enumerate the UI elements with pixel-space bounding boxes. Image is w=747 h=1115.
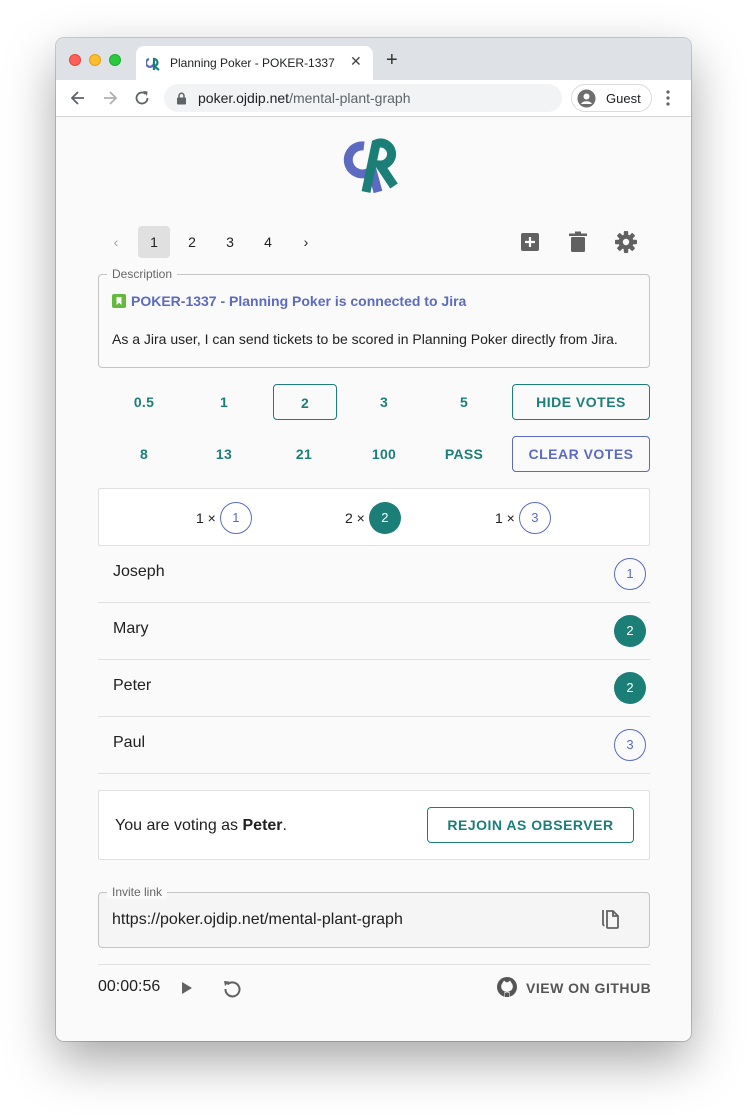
page-button-4[interactable]: 4 xyxy=(252,226,284,258)
new-tab-icon[interactable]: + xyxy=(386,50,398,70)
card-0.5[interactable]: 0.5 xyxy=(112,384,176,420)
voter-vote-chip: 1 xyxy=(614,558,646,590)
minimize-window-button[interactable] xyxy=(89,54,101,66)
jira-issue-link[interactable]: POKER-1337 - Planning Poker is connected… xyxy=(112,293,466,309)
card-pass[interactable]: PASS xyxy=(432,436,496,472)
voter-vote-chip: 2 xyxy=(614,672,646,704)
github-icon xyxy=(497,977,517,997)
github-label: VIEW ON GITHUB xyxy=(526,980,652,996)
summary-item: 1 × 3 xyxy=(495,502,551,534)
maximize-window-button[interactable] xyxy=(109,54,121,66)
summary-count: 1 × xyxy=(495,510,515,526)
tab-close-icon[interactable]: ✕ xyxy=(350,53,362,70)
voting-status-box: You are voting as Peter. REJOIN AS OBSER… xyxy=(98,790,650,860)
url-host: poker.ojdip.net xyxy=(198,90,290,106)
reset-timer-icon[interactable] xyxy=(220,976,244,1000)
voter-row: Paul 3 xyxy=(98,717,650,774)
card-8[interactable]: 8 xyxy=(112,436,176,472)
title-bar: Planning Poker - POKER-1337 ✕ + xyxy=(56,38,691,80)
previous-page-icon[interactable]: ‹ xyxy=(100,226,132,258)
voter-row: Peter 2 xyxy=(98,660,650,717)
play-icon[interactable] xyxy=(174,976,198,1000)
description-box: Description POKER-1337 - Planning Poker … xyxy=(98,267,650,368)
browser-window: Planning Poker - POKER-1337 ✕ + poker.oj… xyxy=(56,38,691,1041)
voter-name: Peter xyxy=(113,677,152,694)
summary-vote-chip: 2 xyxy=(368,502,401,534)
next-page-icon[interactable]: › xyxy=(290,226,322,258)
close-window-button[interactable] xyxy=(69,54,81,66)
invite-link-field[interactable]: Invite link https://poker.ojdip.net/ment… xyxy=(98,885,650,948)
voter-row: Mary 2 xyxy=(98,603,650,660)
clear-votes-button[interactable]: CLEAR VOTES xyxy=(512,436,650,472)
rejoin-as-observer-button[interactable]: REJOIN AS OBSERVER xyxy=(427,807,634,843)
more-vert-icon[interactable] xyxy=(666,90,670,106)
reload-icon[interactable] xyxy=(132,88,152,108)
invite-link-legend: Invite link xyxy=(107,885,168,899)
card-21[interactable]: 21 xyxy=(272,436,336,472)
copy-icon[interactable] xyxy=(599,907,623,931)
card-13[interactable]: 13 xyxy=(192,436,256,472)
tab-title: Planning Poker - POKER-1337 xyxy=(170,56,335,70)
voter-row: Joseph 1 xyxy=(98,546,650,603)
voter-name: Mary xyxy=(113,620,149,637)
card-2[interactable]: 2 xyxy=(273,384,337,420)
address-bar[interactable]: poker.ojdip.net/mental-plant-graph xyxy=(164,84,562,112)
hide-votes-button[interactable]: HIDE VOTES xyxy=(512,384,650,420)
voter-vote-chip: 3 xyxy=(614,729,646,761)
url-path: /mental-plant-graph xyxy=(289,90,411,106)
settings-gear-icon[interactable] xyxy=(610,226,642,258)
description-legend: Description xyxy=(107,267,178,281)
summary-count: 2 × xyxy=(345,510,365,526)
current-user-name: Peter xyxy=(242,817,283,834)
page-button-2[interactable]: 2 xyxy=(176,226,208,258)
voter-vote-chip: 2 xyxy=(614,615,646,647)
voting-as-text: You are voting as Peter. xyxy=(115,817,287,835)
profile-button[interactable]: Guest xyxy=(571,84,652,112)
add-question-icon[interactable] xyxy=(514,226,546,258)
app-page: ‹ 1 2 3 4 › Description POKER-1337 - Pla… xyxy=(56,118,691,1041)
account-circle-icon xyxy=(577,89,596,108)
vote-summary: 1 × 1 2 × 2 1 × 3 xyxy=(98,488,650,546)
browser-tab[interactable]: Planning Poker - POKER-1337 ✕ xyxy=(136,46,373,80)
description-text: As a Jira user, I can send tickets to be… xyxy=(112,331,618,347)
delete-icon[interactable] xyxy=(562,226,594,258)
voting-as-suffix: . xyxy=(282,817,287,834)
back-arrow-icon[interactable] xyxy=(68,88,88,108)
voter-name: Joseph xyxy=(113,563,165,580)
footer-divider xyxy=(98,964,650,965)
summary-item: 2 × 2 xyxy=(345,502,401,534)
voting-as-prefix: You are voting as xyxy=(115,817,243,834)
summary-vote-chip: 3 xyxy=(518,502,551,534)
page-button-1[interactable]: 1 xyxy=(138,226,170,258)
forward-arrow-icon[interactable] xyxy=(100,88,120,108)
invite-link-url: https://poker.ojdip.net/mental-plant-gra… xyxy=(112,911,403,928)
profile-label: Guest xyxy=(606,91,641,106)
card-5[interactable]: 5 xyxy=(432,384,496,420)
timer-display: 00:00:56 xyxy=(98,978,161,995)
jira-bookmark-icon xyxy=(112,294,126,308)
planning-poker-logo xyxy=(343,138,398,194)
summary-item: 1 × 1 xyxy=(196,502,252,534)
summary-vote-chip: 1 xyxy=(219,502,252,534)
app-favicon-icon xyxy=(146,57,160,71)
summary-count: 1 × xyxy=(196,510,216,526)
url-text: poker.ojdip.net/mental-plant-graph xyxy=(198,90,410,106)
voter-name: Paul xyxy=(113,734,146,751)
lock-icon xyxy=(177,92,186,105)
browser-toolbar: poker.ojdip.net/mental-plant-graph Guest xyxy=(56,80,691,117)
card-3[interactable]: 3 xyxy=(352,384,416,420)
card-100[interactable]: 100 xyxy=(352,436,416,472)
jira-issue-link-text: POKER-1337 - Planning Poker is connected… xyxy=(131,293,467,309)
card-1[interactable]: 1 xyxy=(192,384,256,420)
page-button-3[interactable]: 3 xyxy=(214,226,246,258)
